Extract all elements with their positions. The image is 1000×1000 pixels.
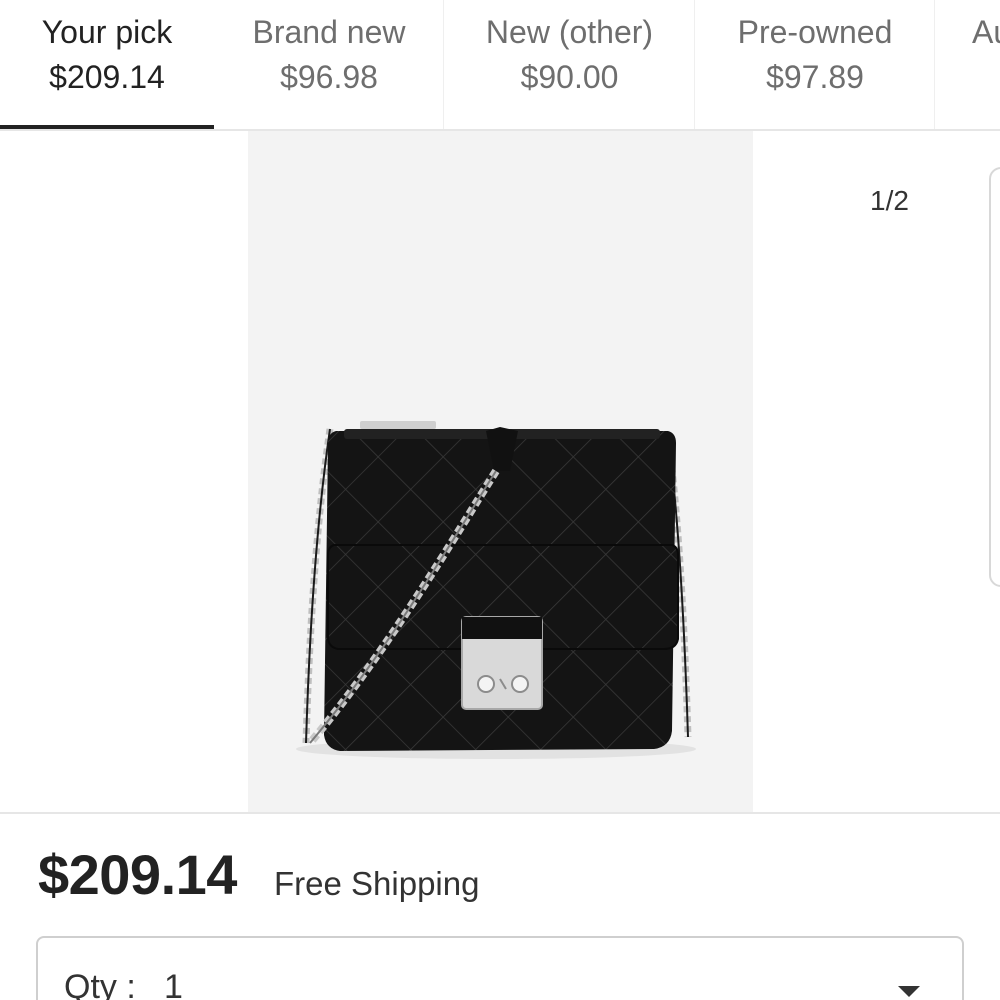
tab-label: Au [972, 14, 1000, 50]
image-counter: 1/2 [870, 185, 909, 216]
tab-price: $209.14 [49, 59, 165, 95]
tab-auction[interactable]: Au [935, 0, 1000, 129]
dropdown-arrow-icon [898, 986, 920, 997]
product-image[interactable] [248, 131, 753, 813]
condition-tabs: Your pick $209.14 Brand new $96.98 New (… [0, 0, 1000, 131]
tab-price: $97.89 [766, 59, 864, 95]
tab-pre-owned[interactable]: Pre-owned $97.89 [695, 0, 935, 129]
tab-label: Your pick [41, 14, 173, 50]
quantity-value: 1 [164, 968, 183, 1000]
tab-label: New (other) [485, 14, 654, 50]
quantity-label: Qty : [64, 968, 136, 1000]
tab-price: $90.00 [520, 59, 619, 95]
image-gallery[interactable]: 1/2 [0, 131, 1000, 813]
next-image-card[interactable] [989, 167, 1000, 587]
tab-your-pick[interactable]: Your pick $209.14 [0, 0, 214, 129]
shipping-info: Free Shipping [274, 865, 480, 902]
handbag-illustration [296, 421, 696, 759]
tab-label: Brand new [252, 14, 406, 50]
item-price: $209.14 [38, 843, 237, 906]
tab-new-other[interactable]: New (other) $90.00 [444, 0, 695, 129]
quantity-select[interactable]: Qty : 1 [36, 936, 964, 1000]
active-tab-indicator [0, 125, 214, 129]
divider [0, 812, 1000, 814]
tab-price: $96.98 [280, 59, 378, 95]
tab-label: Pre-owned [737, 14, 893, 50]
tab-brand-new[interactable]: Brand new $96.98 [214, 0, 444, 129]
